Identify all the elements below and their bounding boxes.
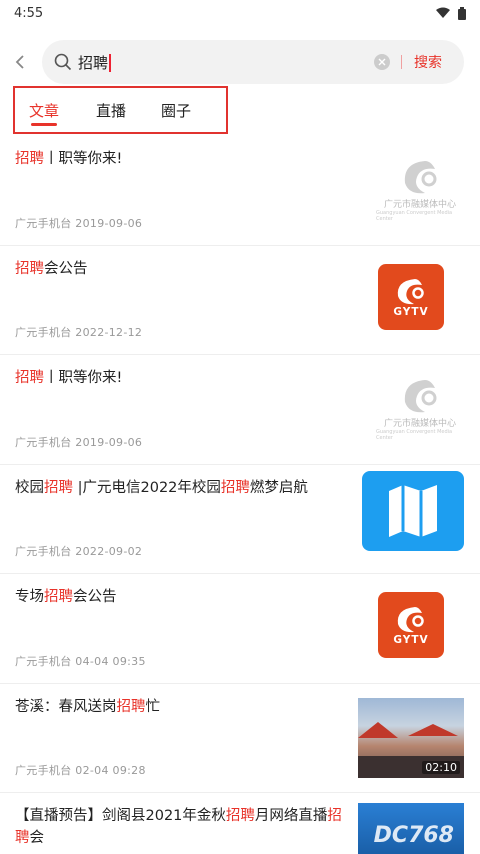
logo-subtext: Guangyuan Convergent Media Center bbox=[376, 209, 453, 222]
gytv-text: GYTV bbox=[393, 305, 429, 318]
item-thumbnail: GYTV bbox=[378, 592, 444, 658]
list-item[interactable]: 专场招聘会公告广元手机台 04-04 09:35 GYTV bbox=[0, 574, 480, 684]
list-item[interactable]: 招聘丨职等你来! 广元手机台 2019-09-06 广元市融媒体中心 Guangyua… bbox=[0, 136, 480, 246]
tab-circles[interactable]: 圈子 bbox=[161, 88, 191, 132]
keyword-highlight: 招聘 bbox=[15, 370, 44, 386]
swirl-icon bbox=[404, 379, 437, 412]
swirl-icon bbox=[404, 160, 437, 193]
chevron-left-icon bbox=[15, 55, 24, 69]
keyword-highlight: 招聘 bbox=[220, 479, 250, 496]
item-title: 苍溪：春风送岗招聘忙 bbox=[15, 696, 355, 718]
item-thumbnail: 广元市融媒体中心 Guangyuan Convergent Media Cente… bbox=[376, 375, 464, 441]
title-text: 会公告 bbox=[44, 260, 88, 277]
tab-live[interactable]: 直播 bbox=[96, 88, 126, 132]
title-text: 苍溪：春风送岗 bbox=[15, 698, 117, 715]
status-icons bbox=[436, 6, 466, 20]
status-bar: 4:55 bbox=[0, 0, 480, 26]
tab-articles[interactable]: 文章 bbox=[29, 88, 59, 132]
item-thumbnail: GYTV bbox=[378, 263, 444, 330]
item-title: 专场招聘会公告 bbox=[15, 586, 355, 608]
battery-icon bbox=[458, 6, 466, 20]
item-meta: 广元手机台 04-04 09:35 bbox=[15, 654, 146, 668]
keyword-highlight: 招聘 bbox=[44, 589, 73, 605]
list-item[interactable]: 校园招聘 |广元电信2022年校园招聘燃梦启航 广元手机台 2022-09-02 bbox=[0, 465, 480, 574]
gytv-logo: GYTV bbox=[378, 592, 444, 658]
search-box[interactable]: 招聘 搜索 bbox=[42, 40, 464, 84]
video-duration: 02:10 bbox=[422, 760, 460, 774]
list-item[interactable]: 【直播预告】剑阁县2021年金秋招聘月网络直播招聘会 DC768 bbox=[0, 793, 480, 854]
status-time: 4:55 bbox=[14, 5, 44, 21]
wifi-icon bbox=[436, 7, 450, 18]
keyword-highlight: 招聘 bbox=[225, 808, 255, 824]
gy-media-logo: 广元市融媒体中心 Guangyuan Convergent Media Cente… bbox=[376, 156, 464, 222]
item-thumbnail: 02:10 bbox=[358, 697, 464, 778]
text-caret bbox=[109, 54, 111, 72]
tab-label: 文章 bbox=[29, 101, 60, 120]
search-button[interactable]: 搜索 bbox=[414, 52, 442, 72]
logo-text: 广元市融媒体中心 bbox=[383, 199, 456, 210]
item-title: 招聘会公告 bbox=[15, 258, 355, 280]
search-row: 招聘 搜索 bbox=[0, 40, 480, 84]
title-text: 燃梦启航 bbox=[249, 479, 308, 496]
title-text: 丨职等你来! bbox=[44, 370, 123, 386]
gytv-logo: GYTV bbox=[378, 263, 444, 330]
gy-media-logo: 广元市融媒体中心 Guangyuan Convergent Media Cente… bbox=[376, 375, 464, 441]
swirl-icon bbox=[397, 607, 424, 633]
map-icon bbox=[362, 470, 464, 551]
list-item[interactable]: 招聘会公告广元手机台 2022-12-12 GYTV bbox=[0, 246, 480, 355]
keyword-highlight: 招聘 bbox=[15, 260, 44, 277]
keyword-highlight: 招聘 bbox=[116, 698, 146, 715]
result-list: 招聘丨职等你来! 广元手机台 2019-09-06 广元市融媒体中心 Guangyua… bbox=[0, 136, 480, 793]
watermark-text: DC768 bbox=[373, 823, 454, 848]
keyword-highlight: 招聘 bbox=[44, 479, 73, 496]
search-divider bbox=[401, 55, 402, 69]
tab-active-indicator bbox=[31, 123, 57, 126]
item-meta: 广元手机台 2022-09-02 bbox=[15, 545, 143, 558]
title-text: 忙 bbox=[145, 698, 161, 715]
item-meta: 广元手机台 2019-09-06 bbox=[15, 435, 143, 449]
search-input[interactable]: 招聘 bbox=[78, 52, 111, 73]
title-text: 专场 bbox=[15, 589, 44, 605]
search-query: 招聘 bbox=[78, 53, 109, 72]
title-text: 校园 bbox=[15, 479, 44, 496]
gytv-text: GYTV bbox=[393, 634, 429, 646]
close-icon bbox=[378, 58, 386, 66]
list-item[interactable]: 苍溪：春风送岗招聘忙广元手机台 02-04 09:28 02:10 bbox=[0, 684, 480, 793]
tab-label: 圈子 bbox=[161, 101, 192, 120]
swirl-icon bbox=[397, 278, 424, 304]
item-title: 校园招聘 |广元电信2022年校园招聘燃梦启航 bbox=[15, 477, 355, 499]
item-meta: 广元手机台 2019-09-06 bbox=[15, 216, 143, 230]
back-button[interactable] bbox=[0, 40, 40, 84]
logo-subtext: Guangyuan Convergent Media Center bbox=[376, 428, 453, 441]
title-text: 【直播预告】剑阁县2021年金秋 bbox=[15, 808, 226, 824]
clear-button[interactable] bbox=[374, 54, 390, 70]
item-thumbnail bbox=[362, 470, 464, 551]
item-title: 招聘丨职等你来! bbox=[15, 367, 355, 389]
search-icon bbox=[54, 53, 72, 71]
item-meta: 广元手机台 2022-12-12 bbox=[15, 326, 143, 339]
list-item[interactable]: 招聘丨职等你来! 广元手机台 2019-09-06 广元市融媒体中心 Guangyua… bbox=[0, 355, 480, 465]
title-text: 月网络直播 bbox=[254, 808, 328, 824]
title-text: 会公告 bbox=[73, 589, 117, 605]
logo-text: 广元市融媒体中心 bbox=[383, 418, 456, 429]
title-text: 丨职等你来! bbox=[44, 151, 123, 167]
video-thumbnail: 02:10 bbox=[358, 697, 464, 778]
tab-bar: 文章 直播 圈子 bbox=[13, 86, 228, 134]
tab-label: 直播 bbox=[96, 101, 127, 120]
item-meta: 广元手机台 02-04 09:28 bbox=[15, 764, 146, 777]
item-title: 【直播预告】剑阁县2021年金秋招聘月网络直播招聘会 bbox=[15, 805, 345, 849]
item-thumbnail: 广元市融媒体中心 Guangyuan Convergent Media Cente… bbox=[376, 156, 464, 222]
item-thumbnail: DC768 bbox=[358, 803, 464, 854]
title-text: |广元电信2022年校园 bbox=[73, 479, 221, 496]
title-text: 会 bbox=[29, 830, 45, 846]
keyword-highlight: 招聘 bbox=[15, 151, 44, 167]
item-title: 招聘丨职等你来! bbox=[15, 148, 355, 170]
